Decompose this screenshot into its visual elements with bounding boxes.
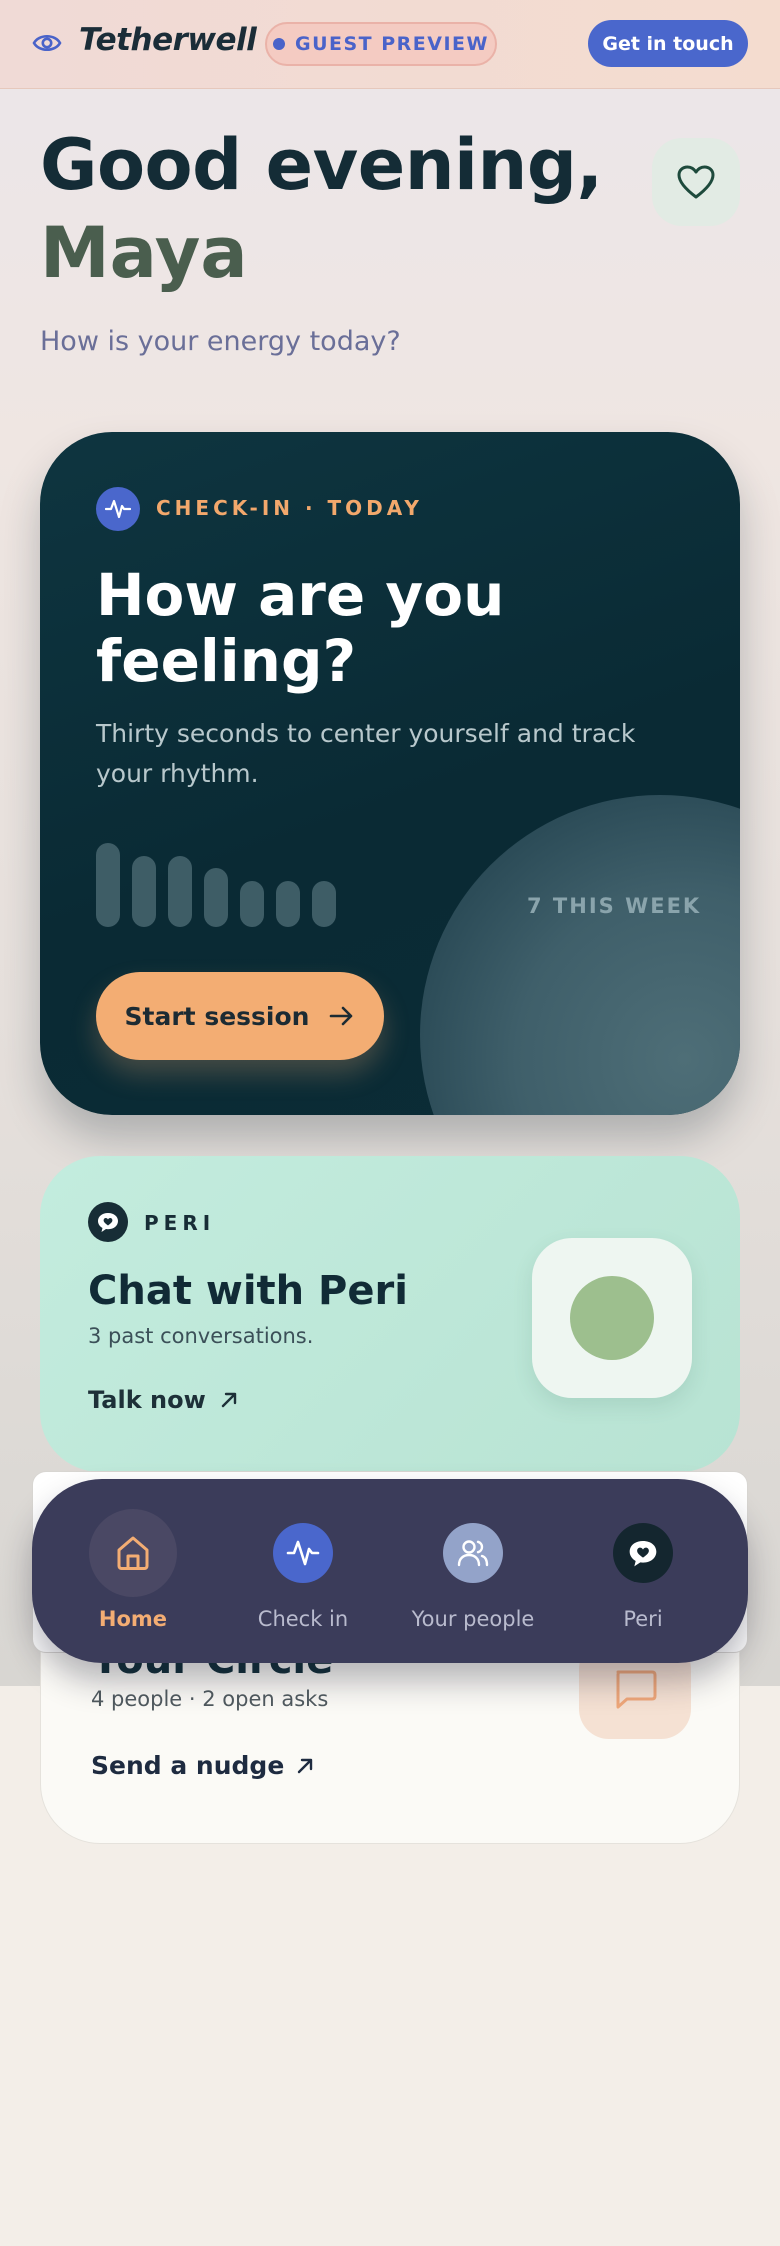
peri-subtitle: 3 past conversations.: [88, 1324, 314, 1348]
start-session-button[interactable]: Start session: [96, 972, 384, 1060]
talk-now-label: Talk now: [88, 1386, 206, 1414]
week-count: 7 THIS WEEK: [527, 894, 702, 918]
checkin-card: CHECK-IN · TODAY How are you feeling? Th…: [40, 432, 740, 1115]
decorative-orb: [420, 795, 740, 1115]
arrow-right-icon: [330, 1006, 353, 1026]
peri-orb: [570, 1276, 654, 1360]
rhythm-bar: [168, 856, 192, 927]
nav-home-icon-wrap: [103, 1523, 163, 1583]
bottom-nav: Home Check in Your people Peri: [32, 1479, 748, 1663]
rhythm-bar: [204, 868, 228, 927]
nav-label-home: Home: [98, 1607, 168, 1631]
nav-label-check-in: Check in: [257, 1607, 349, 1631]
nav-peri-icon-wrap: [613, 1523, 673, 1583]
nav-item-your-people[interactable]: Your people: [388, 1479, 558, 1663]
brand-name[interactable]: Tetherwell: [79, 22, 257, 58]
status-dot: [272, 38, 285, 50]
peri-title: Chat with Peri: [88, 1268, 408, 1314]
peri-badge: [88, 1202, 128, 1242]
energy-question: How is your energy today?: [40, 326, 401, 357]
peri-label: PERI: [144, 1211, 216, 1235]
top-header: Tetherwell GUEST PREVIEW Get in touch: [0, 0, 780, 89]
heart-chat-icon: [629, 1541, 657, 1567]
guest-preview-badge: GUEST PREVIEW: [265, 22, 497, 66]
greeting-name: Maya: [40, 212, 248, 294]
heart-icon: [677, 165, 715, 199]
arrow-up-right-icon: [298, 1758, 313, 1773]
nav-people-icon-wrap: [443, 1523, 503, 1583]
nav-label-your-people: Your people: [411, 1607, 535, 1631]
send-nudge-label: Send a nudge: [91, 1751, 285, 1780]
message-icon: [616, 1670, 657, 1709]
circle-subtitle: 4 people · 2 open asks: [91, 1687, 329, 1711]
guest-preview-label: GUEST PREVIEW: [294, 33, 489, 55]
send-nudge-link[interactable]: Send a nudge: [91, 1751, 314, 1780]
talk-now-link[interactable]: Talk now: [88, 1386, 238, 1414]
activity-icon: [286, 1540, 320, 1566]
checkin-badge: [96, 487, 140, 531]
nav-checkin-icon-wrap: [273, 1523, 333, 1583]
eye-icon: [32, 34, 62, 52]
start-session-label: Start session: [124, 1001, 310, 1031]
rhythm-bar: [240, 881, 264, 927]
nav-item-peri[interactable]: Peri: [558, 1479, 728, 1663]
arrow-up-right-icon: [221, 1392, 236, 1408]
greeting-line: Good evening,: [40, 124, 603, 206]
rhythm-bar: [132, 856, 156, 927]
favorite-button[interactable]: [652, 138, 740, 226]
checkin-title: How are you feeling?: [96, 561, 505, 695]
home-icon: [117, 1536, 149, 1570]
rhythm-bars: [96, 837, 356, 927]
nav-item-check-in[interactable]: Check in: [218, 1479, 388, 1663]
rhythm-bar: [312, 881, 336, 927]
checkin-description: Thirty seconds to center yourself and tr…: [96, 719, 636, 788]
heart-chat-icon: [98, 1213, 118, 1232]
activity-icon: [105, 499, 131, 519]
users-icon: [457, 1540, 489, 1567]
nav-label-peri: Peri: [623, 1607, 663, 1631]
peri-avatar: [532, 1238, 692, 1398]
rhythm-bar: [96, 843, 120, 927]
rhythm-bar: [276, 881, 300, 927]
nav-item-home[interactable]: Home: [48, 1479, 218, 1663]
get-in-touch-button[interactable]: Get in touch: [588, 20, 748, 67]
peri-card[interactable]: PERI Chat with Peri 3 past conversations…: [40, 1156, 740, 1472]
checkin-label: CHECK-IN · TODAY: [156, 496, 423, 520]
